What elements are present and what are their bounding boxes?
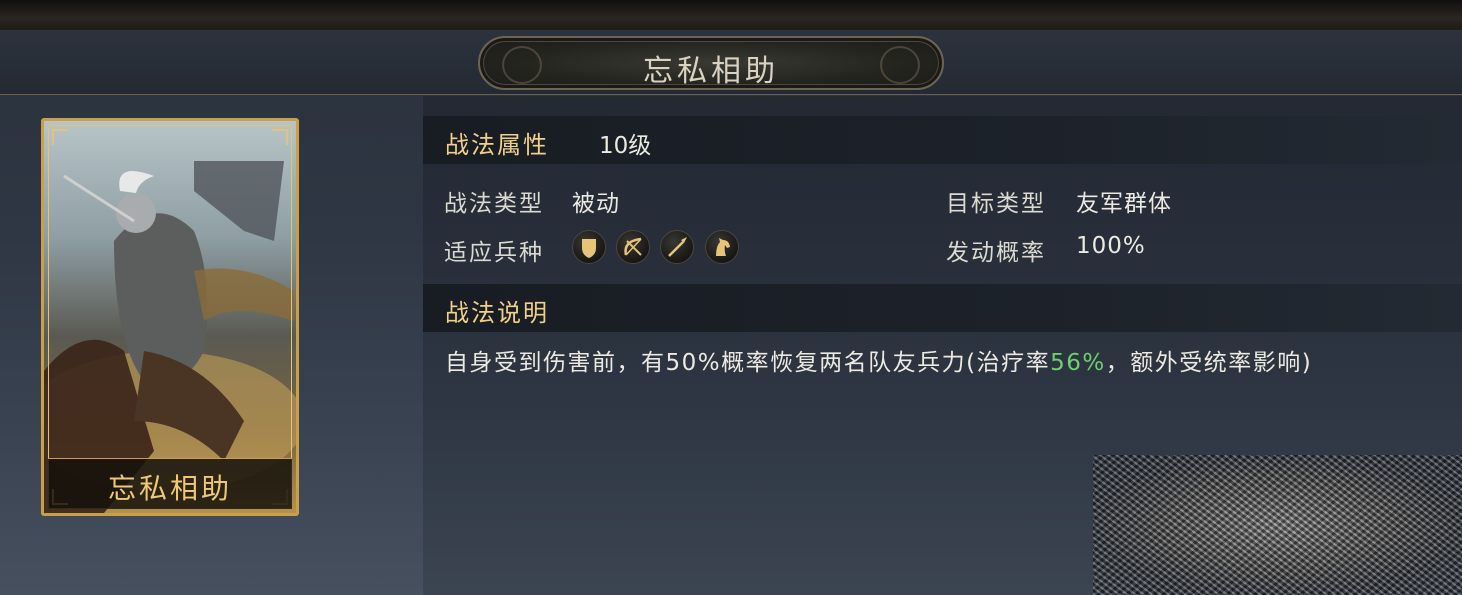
- card-name: 忘私相助: [107, 472, 232, 505]
- description-header: 战法说明: [423, 284, 1462, 332]
- description-text-before: 自身受到伤害前，有50%概率恢复两名队友兵力(治疗率: [445, 350, 1051, 376]
- trigger-value: 100%: [1076, 233, 1146, 259]
- target-value: 友军群体: [1076, 191, 1172, 217]
- bow-icon: [616, 230, 650, 264]
- obscured-region: [1093, 455, 1462, 595]
- horse-icon: [705, 230, 739, 264]
- skill-level: 10级: [599, 133, 652, 159]
- troops-label: 适应兵种: [444, 240, 544, 266]
- attributes-header: 战法属性 10级: [423, 116, 1462, 164]
- top-strip: [0, 0, 1462, 30]
- skill-description: 自身受到伤害前，有50%概率恢复两名队友兵力(治疗率56%，额外受统率影响): [445, 343, 1312, 377]
- heal-rate: 56%: [1050, 350, 1106, 376]
- shield-icon: [572, 230, 606, 264]
- type-value: 被动: [572, 191, 620, 217]
- card-inner-frame: [48, 125, 292, 509]
- page-title: 忘私相助: [643, 54, 779, 89]
- type-label: 战法类型: [444, 191, 544, 217]
- title-plaque: 忘私相助: [478, 36, 944, 90]
- skill-card: 忘私相助: [41, 118, 299, 516]
- attributes-title: 战法属性: [445, 131, 549, 159]
- description-text-after: ，额外受统率影响): [1105, 350, 1313, 376]
- description-title: 战法说明: [445, 299, 549, 327]
- trigger-label: 发动概率: [946, 240, 1046, 266]
- spear-icon: [660, 230, 694, 264]
- card-corner: [52, 129, 68, 145]
- card-corner: [272, 129, 288, 145]
- target-label: 目标类型: [946, 191, 1046, 217]
- card-name-bar: 忘私相助: [48, 458, 292, 509]
